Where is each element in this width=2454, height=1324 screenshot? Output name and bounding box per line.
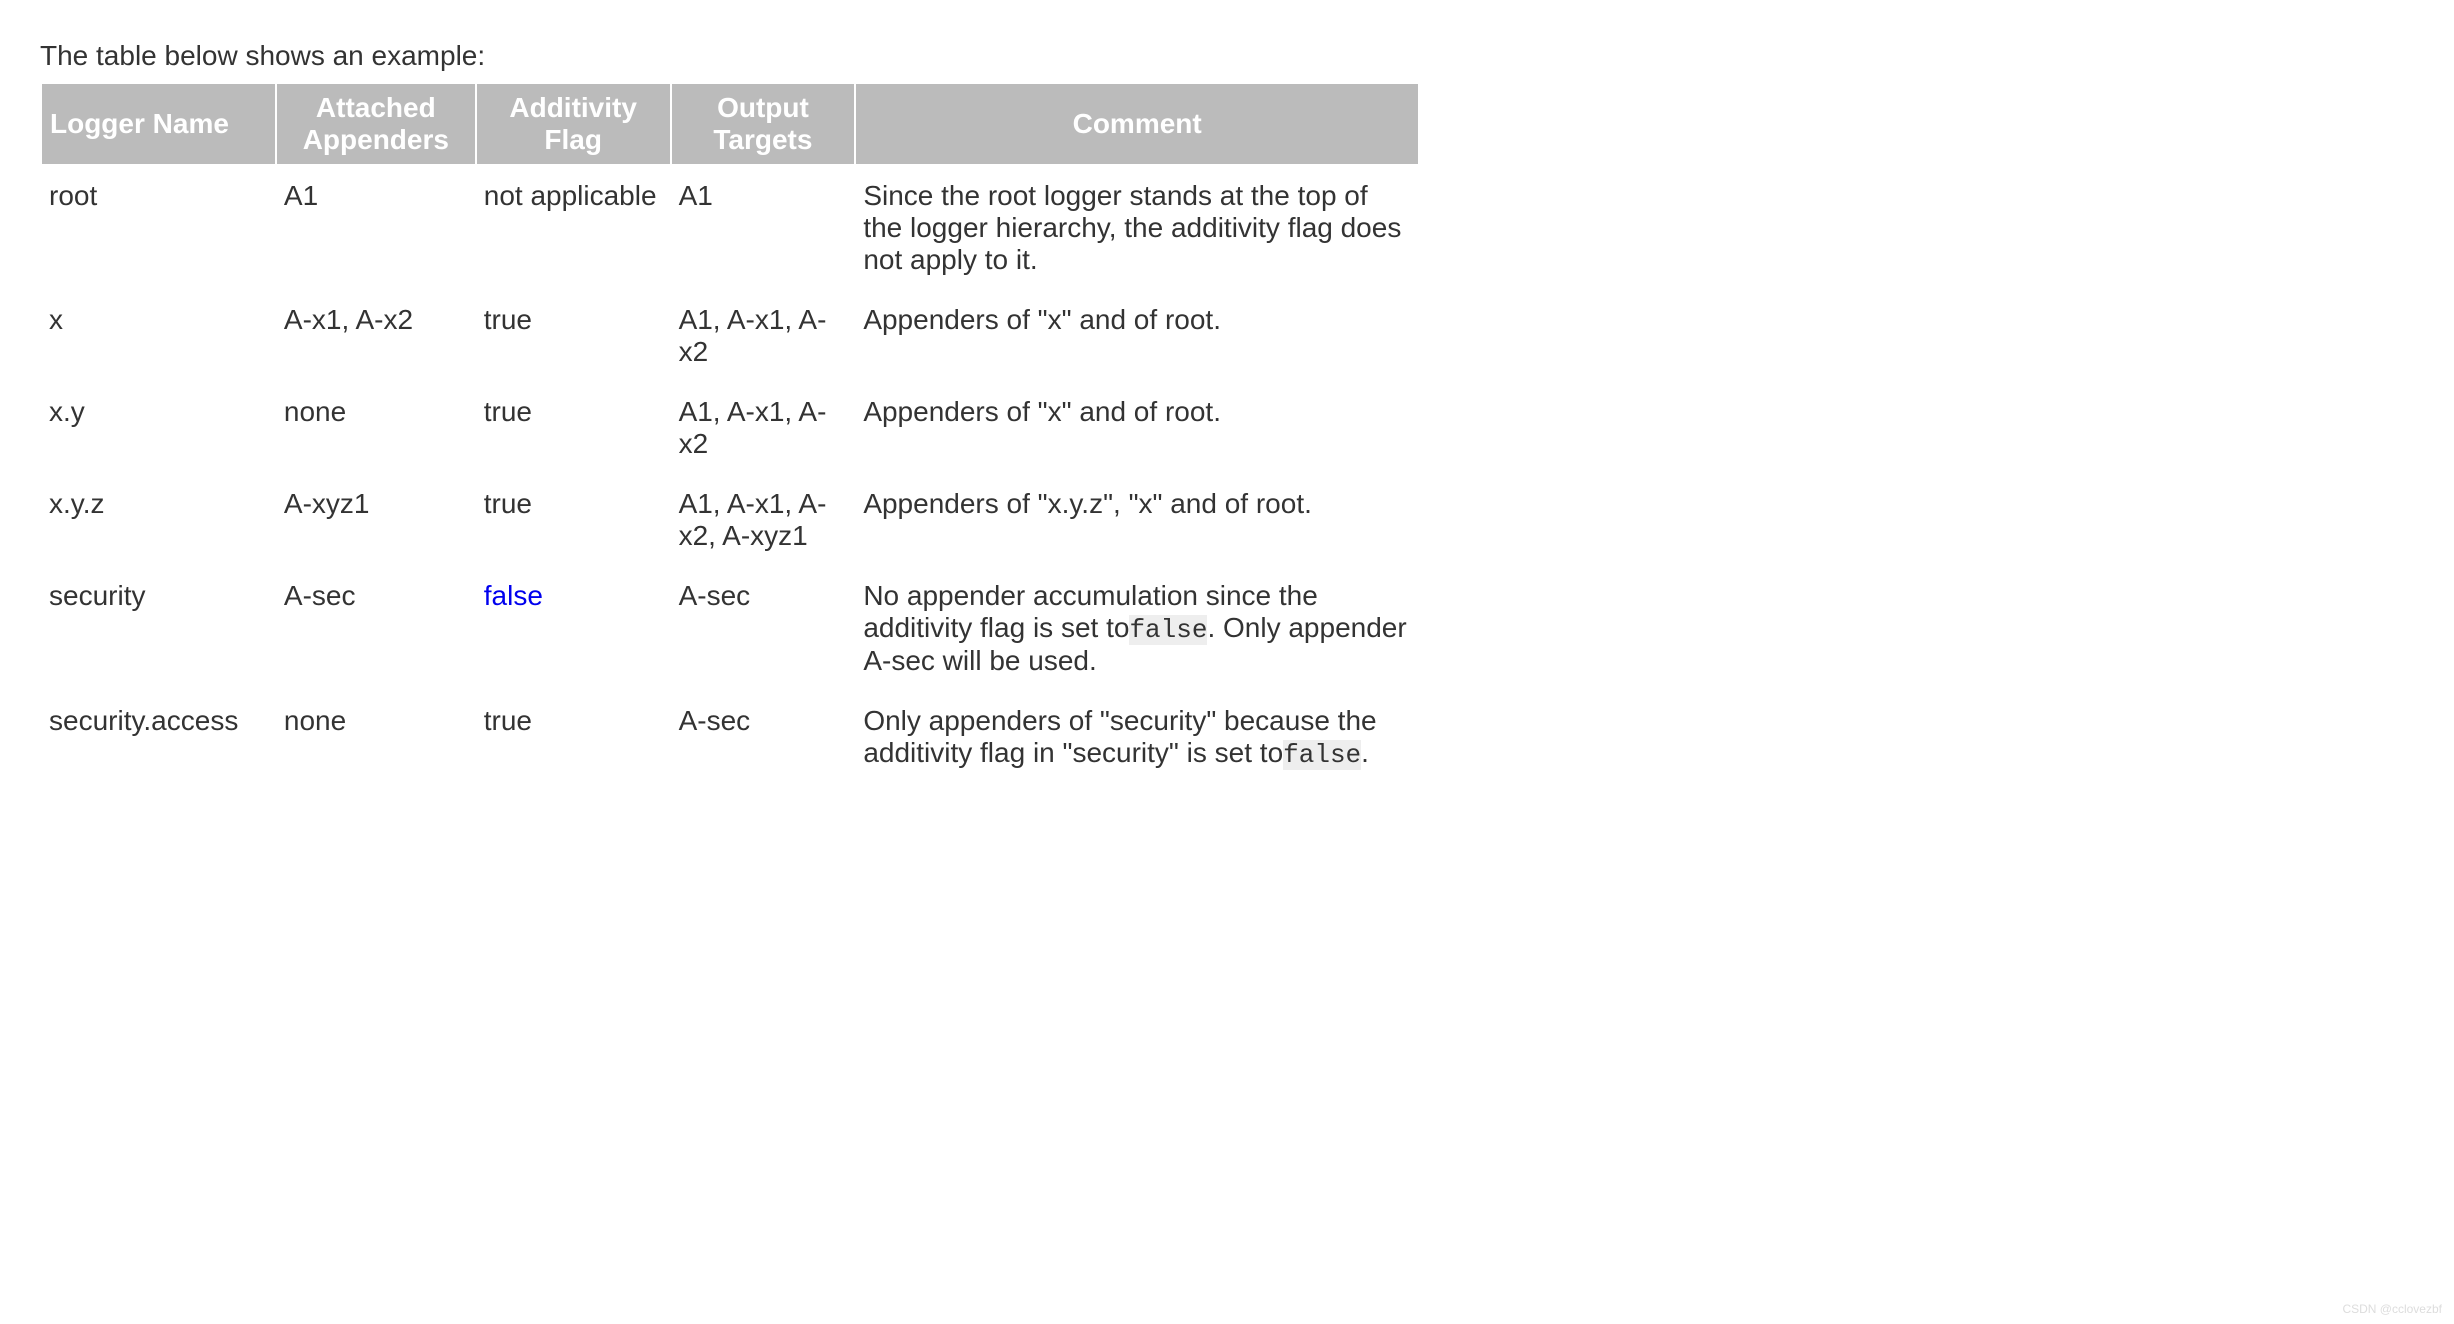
cell-logger-name: x — [41, 290, 276, 382]
table-header-row: Logger Name Attached Appenders Additivit… — [41, 83, 1419, 165]
cell-comment: Only appenders of "security" because the… — [855, 691, 1419, 784]
cell-comment: Appenders of "x" and of root. — [855, 382, 1419, 474]
cell-additivity-flag: not applicable — [476, 165, 671, 290]
cell-logger-name: x.y.z — [41, 474, 276, 566]
comment-code: false — [1283, 740, 1361, 770]
cell-attached-appenders: A-xyz1 — [276, 474, 476, 566]
cell-attached-appenders: A1 — [276, 165, 476, 290]
cell-output-targets: A-sec — [671, 691, 856, 784]
table-row: securityA-secfalseA-secNo appender accum… — [41, 566, 1419, 691]
cell-logger-name: root — [41, 165, 276, 290]
cell-attached-appenders: none — [276, 691, 476, 784]
table-row: xA-x1, A-x2trueA1, A-x1, A-x2Appenders o… — [41, 290, 1419, 382]
header-output-targets: Output Targets — [671, 83, 856, 165]
cell-additivity-flag: true — [476, 382, 671, 474]
intro-text: The table below shows an example: — [40, 40, 2414, 72]
cell-additivity-flag: true — [476, 691, 671, 784]
cell-output-targets: A-sec — [671, 566, 856, 691]
cell-attached-appenders: A-sec — [276, 566, 476, 691]
header-additivity-flag: Additivity Flag — [476, 83, 671, 165]
cell-comment: Appenders of "x.y.z", "x" and of root. — [855, 474, 1419, 566]
comment-text-post: . — [1361, 737, 1369, 768]
comment-text-pre: Appenders of "x.y.z", "x" and of root. — [863, 488, 1312, 519]
table-row: security.accessnonetrueA-secOnly appende… — [41, 691, 1419, 784]
cell-additivity-flag: true — [476, 290, 671, 382]
comment-text-pre: Appenders of "x" and of root. — [863, 396, 1221, 427]
cell-additivity-flag: false — [476, 566, 671, 691]
cell-logger-name: x.y — [41, 382, 276, 474]
table-row: rootA1not applicableA1Since the root log… — [41, 165, 1419, 290]
table-body: rootA1not applicableA1Since the root log… — [41, 165, 1419, 784]
comment-code: false — [1129, 615, 1207, 645]
cell-comment: No appender accumulation since the addit… — [855, 566, 1419, 691]
header-comment: Comment — [855, 83, 1419, 165]
cell-attached-appenders: A-x1, A-x2 — [276, 290, 476, 382]
cell-comment: Appenders of "x" and of root. — [855, 290, 1419, 382]
cell-logger-name: security — [41, 566, 276, 691]
watermark: CSDN @cclovezbf — [2342, 1302, 2442, 1316]
cell-logger-name: security.access — [41, 691, 276, 784]
comment-text-pre: Appenders of "x" and of root. — [863, 304, 1221, 335]
cell-output-targets: A1, A-x1, A-x2 — [671, 290, 856, 382]
cell-attached-appenders: none — [276, 382, 476, 474]
header-logger-name: Logger Name — [41, 83, 276, 165]
cell-comment: Since the root logger stands at the top … — [855, 165, 1419, 290]
example-table: Logger Name Attached Appenders Additivit… — [40, 82, 1420, 784]
header-attached-appenders: Attached Appenders — [276, 83, 476, 165]
table-row: x.y.zA-xyz1trueA1, A-x1, A-x2, A-xyz1App… — [41, 474, 1419, 566]
table-row: x.ynonetrueA1, A-x1, A-x2Appenders of "x… — [41, 382, 1419, 474]
cell-output-targets: A1, A-x1, A-x2 — [671, 382, 856, 474]
cell-output-targets: A1, A-x1, A-x2, A-xyz1 — [671, 474, 856, 566]
cell-additivity-flag: true — [476, 474, 671, 566]
cell-output-targets: A1 — [671, 165, 856, 290]
comment-text-pre: Since the root logger stands at the top … — [863, 180, 1401, 275]
